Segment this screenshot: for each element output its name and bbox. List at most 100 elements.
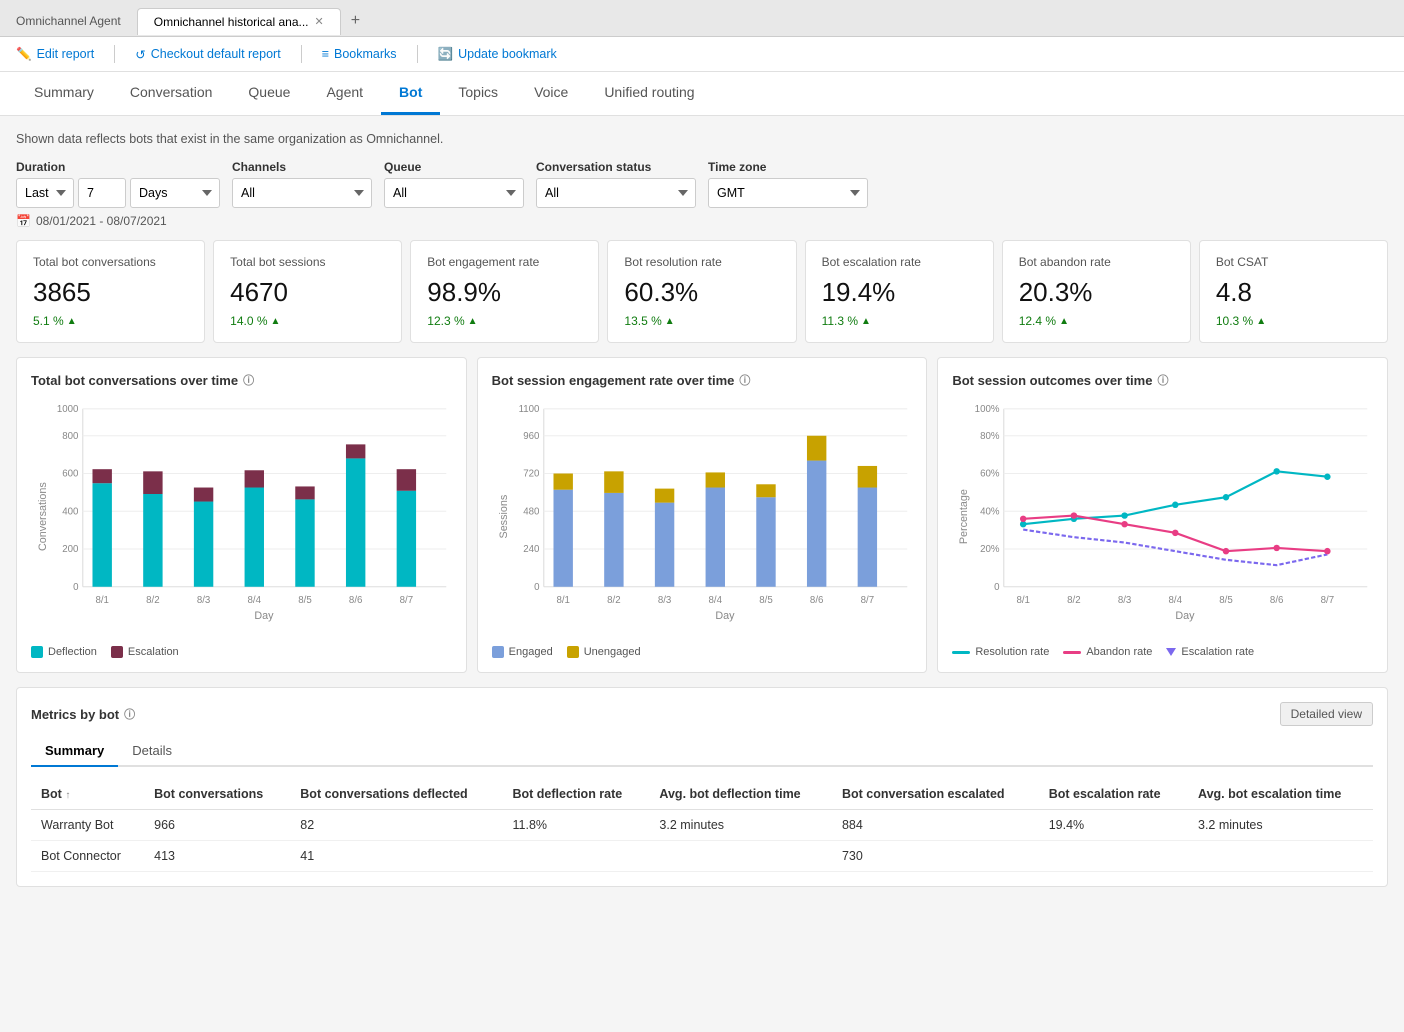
table-cell-0-2: 82	[290, 810, 502, 841]
channels-select[interactable]: All	[232, 178, 372, 208]
conv-status-label: Conversation status	[536, 160, 696, 174]
toolbar-separator-3	[417, 45, 418, 63]
col-avg-deflection-time: Avg. bot deflection time	[649, 779, 832, 810]
tab-unified-routing[interactable]: Unified routing	[586, 72, 712, 115]
bar-deflection-1	[143, 494, 162, 587]
svg-text:8/3: 8/3	[197, 595, 210, 606]
close-tab-icon[interactable]: ✕	[315, 15, 324, 28]
legend-engaged: Engaged	[492, 646, 553, 658]
col-bot-conv-escalated: Bot conversation escalated	[832, 779, 1039, 810]
svg-text:480: 480	[523, 506, 540, 517]
nav-tabs: Summary Conversation Queue Agent Bot Top…	[0, 72, 1404, 116]
sub-tab-details[interactable]: Details	[118, 736, 186, 767]
detailed-view-button[interactable]: Detailed view	[1280, 702, 1373, 726]
svg-text:8/1: 8/1	[95, 595, 108, 606]
chart1-container: Conversations 0 200 400 600 800 1000	[31, 398, 452, 638]
legend-deflection: Deflection	[31, 646, 97, 658]
queue-select[interactable]: All	[384, 178, 524, 208]
svg-text:240: 240	[523, 544, 540, 555]
browser-tab-omnichannel-agent[interactable]: Omnichannel Agent	[0, 8, 137, 34]
bookmarks-button[interactable]: ≡ Bookmarks	[322, 47, 397, 61]
kpi-bot-abandon-rate: Bot abandon rate 20.3% 12.4 %	[1002, 240, 1191, 343]
svg-text:8/4: 8/4	[1169, 595, 1183, 606]
kpi-row: Total bot conversations 3865 5.1 % Total…	[16, 240, 1388, 343]
browser-tab-historical[interactable]: Omnichannel historical ana... ✕	[137, 8, 341, 35]
legend-resolution-line	[952, 651, 970, 654]
bar-engaged-2	[655, 503, 674, 587]
svg-text:8/3: 8/3	[658, 595, 671, 606]
svg-text:8/5: 8/5	[298, 595, 311, 606]
svg-text:1000: 1000	[57, 404, 79, 415]
table-cell-0-7: 3.2 minutes	[1188, 810, 1373, 841]
dot-res-2	[1122, 512, 1128, 518]
chart3-container: Percentage 0 20% 40% 60% 80% 100%	[952, 398, 1373, 638]
edit-report-button[interactable]: ✏️ Edit report	[16, 47, 94, 62]
tab-summary[interactable]: Summary	[16, 72, 112, 115]
bar-unengaged-1	[604, 471, 623, 493]
toolbar: ✏️ Edit report ↺ Checkout default report…	[0, 37, 1404, 72]
dot-ab-4	[1223, 548, 1229, 554]
bar-escalation-3	[245, 470, 264, 487]
table-cell-1-5: 730	[832, 841, 1039, 872]
chart1-info-icon[interactable]: ⓘ	[243, 372, 254, 388]
svg-text:8/6: 8/6	[1270, 595, 1283, 606]
toolbar-separator-1	[114, 45, 115, 63]
bar-unengaged-3	[705, 472, 724, 487]
metrics-info-icon[interactable]: ⓘ	[124, 706, 135, 722]
timezone-select[interactable]: GMT	[708, 178, 868, 208]
kpi-change-2: 12.3 %	[427, 314, 582, 328]
chart2-svg: Sessions 0 240 480 720 960 1100	[492, 398, 913, 635]
svg-text:600: 600	[62, 469, 79, 480]
chart2-info-icon[interactable]: ⓘ	[739, 372, 750, 388]
bar-engaged-6	[857, 488, 876, 587]
bar-escalation-6	[397, 469, 416, 491]
svg-text:8/7: 8/7	[400, 595, 413, 606]
metrics-sub-tabs: Summary Details	[31, 736, 1373, 767]
bar-engaged-3	[705, 488, 724, 587]
table-cell-0-1: 966	[144, 810, 290, 841]
chart3-info-icon[interactable]: ⓘ	[1157, 372, 1168, 388]
bookmark-icon: ≡	[322, 47, 329, 61]
duration-prefix-select[interactable]: Last	[16, 178, 74, 208]
bar-escalation-2	[194, 488, 213, 502]
bar-unengaged-6	[857, 466, 876, 488]
dot-ab-2	[1122, 521, 1128, 527]
svg-text:20%: 20%	[980, 544, 1000, 555]
duration-value-input[interactable]	[78, 178, 126, 208]
update-bookmark-button[interactable]: 🔄 Update bookmark	[438, 47, 557, 62]
duration-label: Duration	[16, 160, 220, 174]
duration-unit-select[interactable]: Days	[130, 178, 220, 208]
bar-deflection-6	[397, 491, 416, 587]
bar-deflection-2	[194, 502, 213, 587]
bar-unengaged-2	[655, 489, 674, 503]
legend-abandon-line	[1063, 651, 1081, 654]
svg-text:Day: Day	[254, 610, 274, 622]
date-range-display: 📅 08/01/2021 - 08/07/2021	[16, 214, 1388, 228]
tab-queue[interactable]: Queue	[230, 72, 308, 115]
calendar-icon: 📅	[16, 214, 31, 228]
sort-icon-bot[interactable]: ↑	[65, 790, 70, 801]
add-tab-button[interactable]: +	[341, 6, 370, 36]
legend-escalation: Escalation	[111, 646, 179, 658]
svg-text:Day: Day	[1176, 610, 1196, 622]
legend-engaged-color	[492, 646, 504, 658]
duration-filter: Duration Last Days	[16, 160, 220, 208]
sub-tab-summary[interactable]: Summary	[31, 736, 118, 767]
svg-text:400: 400	[62, 506, 79, 517]
tab-bot[interactable]: Bot	[381, 72, 440, 115]
tab-agent[interactable]: Agent	[308, 72, 381, 115]
charts-row: Total bot conversations over time ⓘ Conv…	[16, 357, 1388, 673]
svg-text:1100: 1100	[518, 404, 539, 415]
legend-unengaged-color	[567, 646, 579, 658]
svg-text:Conversations: Conversations	[37, 482, 49, 551]
bar-engaged-0	[553, 490, 572, 587]
checkout-default-button[interactable]: ↺ Checkout default report	[135, 47, 280, 62]
kpi-change-4: 11.3 %	[822, 314, 977, 328]
kpi-change-1: 14.0 %	[230, 314, 385, 328]
conv-status-select[interactable]: All	[536, 178, 696, 208]
legend-abandon-rate: Abandon rate	[1063, 646, 1152, 658]
svg-text:8/5: 8/5	[759, 595, 772, 606]
tab-conversation[interactable]: Conversation	[112, 72, 231, 115]
tab-voice[interactable]: Voice	[516, 72, 586, 115]
tab-topics[interactable]: Topics	[440, 72, 516, 115]
